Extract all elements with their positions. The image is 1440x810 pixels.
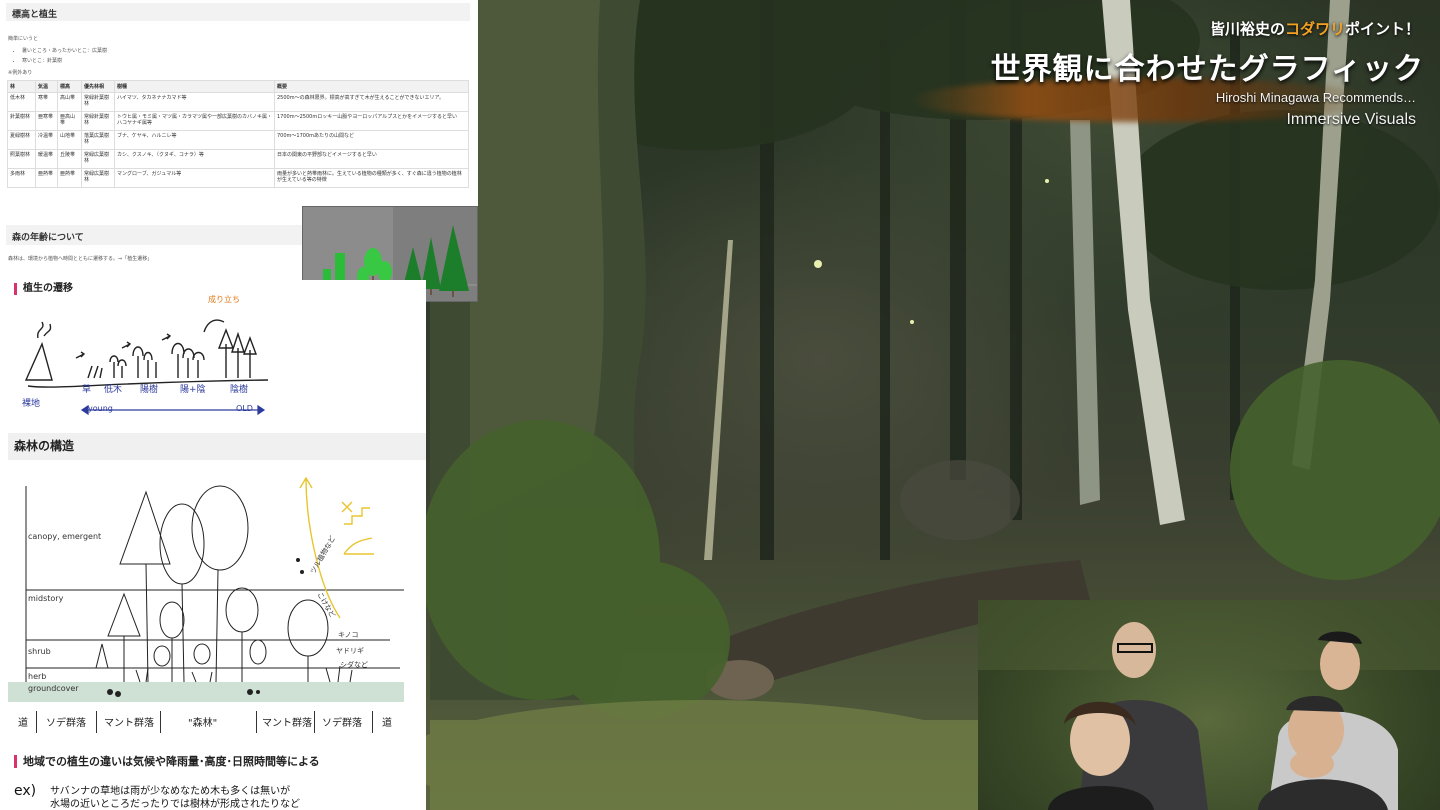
table-cell: カシ、クスノキ、（クヌギ、コナラ）等 <box>114 149 275 169</box>
table-cell: 亜熱帯 <box>57 168 82 188</box>
table-cell: 暖温帯 <box>35 149 58 169</box>
table-cell: ブナ、ケヤキ、ハルニレ等 <box>114 130 275 150</box>
example-mark: ex) <box>14 783 37 799</box>
doc-bullets: 暑いところ・あったかいとこ：広葉樹 寒いとこ：針葉樹 <box>0 47 478 64</box>
doc-heading: 標高と植生 <box>6 3 470 21</box>
table-header: 気温 <box>35 80 58 93</box>
table-cell: 日本の関東の平野部などイメージすると早い <box>274 149 469 169</box>
label-grass: 草 <box>82 385 92 395</box>
table-header: 概要 <box>274 80 469 93</box>
doc-note: ※例外あり <box>8 70 33 76</box>
table-header: 樹種 <box>114 80 275 93</box>
doc-bullet: 暑いところ・あったかいとこ：広葉樹 <box>22 47 478 54</box>
forest-edge-strip: 道 ソデ群落 マント群落 "森林" マント群落 ソデ群落 道 <box>0 706 420 738</box>
table-cell: 寒帯 <box>35 92 58 112</box>
doc-section2-heading: 森の年齢について <box>6 225 302 245</box>
table-cell: 高山帯 <box>57 92 82 112</box>
table-cell: 亜寒帯 <box>35 111 58 131</box>
strip-mantle-right: マント群落 <box>262 718 312 729</box>
example-line-2: 水場の近いところだったりでは樹林が形成されたりなど <box>50 799 300 810</box>
table-header: 標高 <box>57 80 82 93</box>
layer-groundcover: groundcover <box>28 684 79 693</box>
strip-road-left: 道 <box>18 718 28 729</box>
doc-bullet: 寒いとこ：針葉樹 <box>22 57 478 64</box>
label-old: OLD <box>236 404 253 413</box>
layer-canopy: canopy, emergent <box>28 532 102 541</box>
table-cell: ハイマツ、タカネナナカマド等 <box>114 92 275 112</box>
overlay-subtitle-en-2: Immersive Visuals <box>1286 111 1416 128</box>
table-row: 低木林 寒帯 高山帯 常緑針葉樹林 ハイマツ、タカネナナカマド等 2500m〜の… <box>7 92 469 112</box>
layer-herb: herb <box>28 672 47 681</box>
label-shade-trees: 陰樹 <box>230 385 249 395</box>
label-arrow-note: 成り立ち <box>208 295 240 304</box>
doc-section2-note: 森林は、環境から植物へ時間とともに遷移する。⇒「植生遷移」 <box>8 256 153 262</box>
label-young: young <box>88 404 113 413</box>
strip-sode-right: ソデ群落 <box>322 718 362 729</box>
table-cell: 常緑広葉樹林 <box>81 149 115 169</box>
table-cell: 多雨林 <box>7 168 36 188</box>
table-cell: 亜熱帯 <box>35 168 58 188</box>
table-cell: 夏緑樹林 <box>7 130 36 150</box>
table-cell: 1700m〜2500mロッキー山脈やヨーロッパアルプスとかをイメージすると早い <box>274 111 469 131</box>
document-panel: 標高と植生 簡単にいうと 暑いところ・あったかいとこ：広葉樹 寒いとこ：針葉樹 … <box>0 0 478 222</box>
table-cell: 山地帯 <box>57 130 82 150</box>
regional-difference-heading: 地域での植生の違いは気候や降雨量･高度･日照時間等による <box>14 755 320 768</box>
label-sun-trees: 陽樹 <box>140 385 159 395</box>
table-cell: 冷温帯 <box>35 130 58 150</box>
presenters-image <box>978 600 1440 810</box>
strip-forest: "森林" <box>188 718 218 729</box>
table-row: 針葉樹林 亜寒帯 亜高山帯 常緑針葉樹林 トウヒ属・モミ属・マツ属・カラマツ属や… <box>7 111 469 131</box>
vegetation-table: 林 気温 標高 優先林相 樹種 概要 低木林 寒帯 高山帯 常緑針葉樹林 ハイマ… <box>7 80 469 188</box>
table-header: 林 <box>7 80 36 93</box>
kicker-post: ポイント！ <box>1344 20 1420 38</box>
label-mixed: 陽+陰 <box>180 385 206 395</box>
succession-heading: 植生の遷移 <box>14 283 73 295</box>
table-cell: 亜高山帯 <box>57 111 82 131</box>
notes-panel: 植生の遷移 裸地 草 低木 陽樹 陽+陰 陰樹 young OLD 成り立ち 森… <box>0 280 426 810</box>
volcano-icon <box>24 341 53 381</box>
table-cell: 低木林 <box>7 92 36 112</box>
kicker-name: 皆川裕史の <box>1209 20 1285 38</box>
label-bare-land: 裸地 <box>22 399 41 409</box>
table-header-row: 林 気温 標高 優先林相 樹種 概要 <box>7 80 469 93</box>
table-cell: マングローブ、ガジュマル等 <box>114 168 275 188</box>
table-row: 多雨林 亜熱帯 亜熱帯 常緑広葉樹林 マングローブ、ガジュマル等 雨量が多いと熱… <box>7 168 469 188</box>
table-cell: 常緑針葉樹林 <box>81 92 115 112</box>
strip-road-right: 道 <box>382 718 392 729</box>
table-cell: 雨量が多いと熱帯雨林に。生えている植物の種類が多く、すぐ森に違う植物の植林が生え… <box>274 168 469 188</box>
yellow-annotations <box>299 476 374 619</box>
mistletoe-label: ヤドリギ <box>336 647 364 655</box>
fern-label: シダなど <box>340 661 368 669</box>
table-cell: 常緑広葉樹林 <box>81 168 115 188</box>
table-header: 優先林相 <box>81 80 115 93</box>
overlay-title: 世界観に合わせたグラフィック <box>990 52 1424 87</box>
table-cell: 針葉樹林 <box>7 111 36 131</box>
strip-mantle-left: マント群落 <box>104 718 154 729</box>
table-cell: トウヒ属・モミ属・マツ属・カラマツ属や一部広葉樹のカバノキ属・ハコヤナギ属等 <box>114 111 275 131</box>
table-cell: 丘陵帯 <box>57 149 82 169</box>
succession-sketch <box>24 319 269 416</box>
label-shrub: 低木 <box>104 385 123 395</box>
table-cell: 照葉樹林 <box>7 149 36 169</box>
overlay-subtitle-en: Hiroshi Minagawa Recommends… <box>1215 90 1416 105</box>
structure-heading: 森林の構造 <box>14 439 75 453</box>
mushroom-label: キノコ <box>338 631 359 639</box>
table-cell: 700m〜1700mあたりの山間など <box>274 130 469 150</box>
layer-midstory: midstory <box>28 594 64 603</box>
table-row: 夏緑樹林 冷温帯 山地帯 落葉広葉樹林 ブナ、ケヤキ、ハルニレ等 700m〜17… <box>7 130 469 150</box>
table-cell: 落葉広葉樹林 <box>81 130 115 150</box>
strip-sode-left: ソデ群落 <box>46 718 86 729</box>
document-section-forest-age: 森の年齢について 森林は、環境から植物へ時間とともに遷移する。⇒「植生遷移」 <box>0 222 302 280</box>
doc-intro: 簡単にいうと <box>8 36 39 42</box>
table-cell: 常緑針葉樹林 <box>81 111 115 131</box>
table-row: 照葉樹林 暖温帯 丘陵帯 常緑広葉樹林 カシ、クスノキ、（クヌギ、コナラ）等 日… <box>7 149 469 169</box>
webcam-feed <box>978 600 1440 810</box>
forest-structure-sketch <box>8 476 404 702</box>
overlay-kicker: 皆川裕史のコダワリポイント！ <box>1210 18 1420 39</box>
kicker-highlight: コダワリ <box>1284 20 1345 38</box>
title-overlay: 皆川裕史のコダワリポイント！ 世界観に合わせたグラフィック Hiroshi Mi… <box>910 0 1440 140</box>
layer-shrub: shrub <box>28 647 51 656</box>
table-cell: 2500m〜の森林限界。標高が高すぎて木が生えることができないエリア。 <box>274 92 469 112</box>
